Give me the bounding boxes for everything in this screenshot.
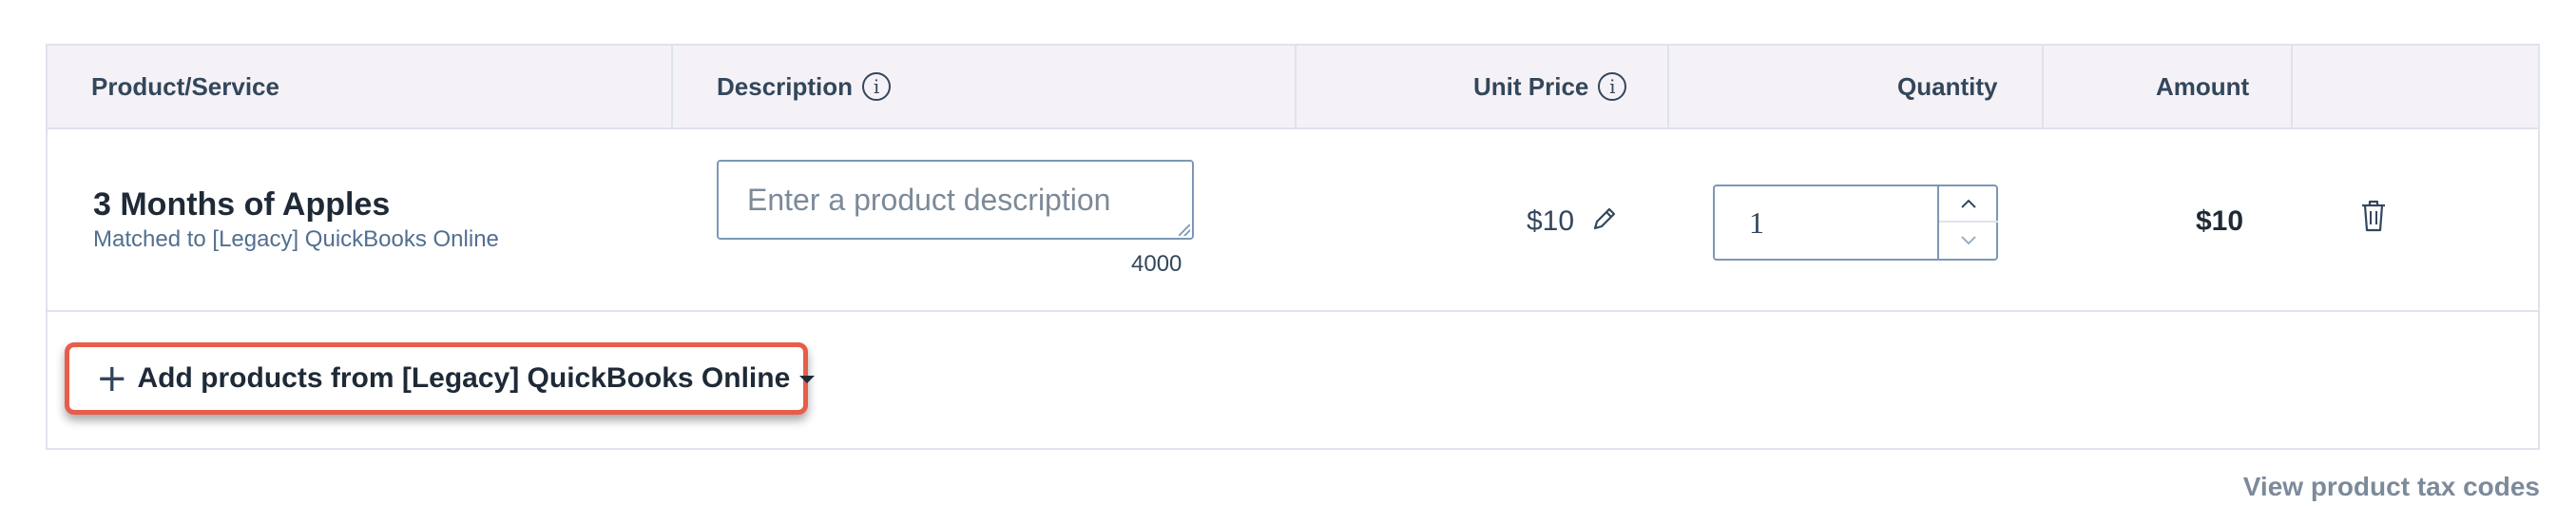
column-divider bbox=[2042, 46, 2044, 127]
description-input[interactable] bbox=[717, 160, 1194, 240]
column-divider bbox=[1667, 46, 1669, 127]
header-product: Product/Service bbox=[91, 46, 279, 127]
header-description: Description i bbox=[717, 46, 892, 127]
table-row: 3 Months of Apples Matched to [Legacy] Q… bbox=[48, 129, 2538, 312]
header-quantity: Quantity bbox=[1897, 46, 1997, 127]
pencil-icon[interactable] bbox=[1589, 204, 1620, 234]
header-unit-price-label: Unit Price bbox=[1473, 71, 1589, 101]
quantity-stepper[interactable] bbox=[1713, 185, 1998, 261]
header-quantity-label: Quantity bbox=[1897, 71, 1998, 101]
line-items-table: Product/Service Description i Unit Price… bbox=[46, 44, 2540, 450]
add-products-button[interactable]: + Add products from [Legacy] QuickBooks … bbox=[65, 342, 816, 415]
unit-price-value: $10 bbox=[1527, 205, 1575, 237]
column-divider bbox=[2291, 46, 2293, 127]
quantity-decrement-button[interactable] bbox=[1939, 223, 1998, 259]
quantity-increment-button[interactable] bbox=[1939, 186, 1998, 223]
column-divider bbox=[671, 46, 673, 127]
amount-value: $10 bbox=[2196, 205, 2244, 237]
trash-icon[interactable] bbox=[2357, 198, 2390, 234]
add-products-label: Add products from [Legacy] QuickBooks On… bbox=[137, 362, 791, 394]
quantity-input[interactable] bbox=[1715, 186, 1937, 259]
product-sync-status: Matched to [Legacy] QuickBooks Online bbox=[93, 226, 499, 252]
header-product-label: Product/Service bbox=[91, 71, 279, 101]
header-amount-label: Amount bbox=[2156, 71, 2250, 101]
chevron-down-icon bbox=[1961, 236, 1976, 245]
column-divider bbox=[1295, 46, 1297, 127]
product-name: 3 Months of Apples bbox=[93, 186, 391, 223]
table-header: Product/Service Description i Unit Price… bbox=[48, 46, 2538, 129]
info-circle-icon[interactable]: i bbox=[862, 72, 892, 101]
character-count: 4000 bbox=[1131, 251, 1182, 277]
caret-down-icon bbox=[799, 376, 816, 383]
chevron-up-icon bbox=[1961, 199, 1976, 208]
header-amount: Amount bbox=[2156, 46, 2249, 127]
header-description-label: Description bbox=[717, 71, 854, 101]
plus-icon: + bbox=[96, 357, 128, 400]
resize-handle[interactable] bbox=[1179, 224, 1190, 236]
header-unit-price: Unit Price i bbox=[1473, 46, 1627, 127]
stepper-controls bbox=[1937, 186, 1998, 259]
info-circle-icon[interactable]: i bbox=[1598, 72, 1627, 101]
view-tax-codes-link[interactable]: View product tax codes bbox=[2243, 472, 2540, 502]
